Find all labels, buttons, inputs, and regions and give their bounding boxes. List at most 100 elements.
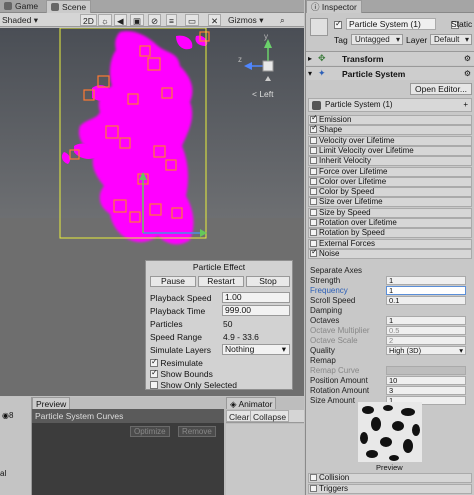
module-checkbox[interactable] xyxy=(310,136,317,144)
module-label: Color over Lifetime xyxy=(319,176,387,186)
octaves-field[interactable]: 1 xyxy=(386,316,466,325)
show-bounds-checkbox[interactable] xyxy=(150,368,158,378)
module-collision[interactable]: Collision xyxy=(308,473,472,483)
module-label: Rotation by Speed xyxy=(319,228,385,238)
module-label: Collision xyxy=(319,473,350,482)
info-icon: ⓘ xyxy=(311,2,322,12)
quality-dropdown[interactable]: High (3D) ▾ xyxy=(386,346,466,355)
stop-button[interactable]: Stop xyxy=(246,276,290,287)
tab-inspector[interactable]: ⓘ Inspector xyxy=(306,0,362,13)
camera-button[interactable]: ▭ xyxy=(185,14,200,26)
module-checkbox[interactable] xyxy=(310,167,317,175)
module-checkbox[interactable] xyxy=(310,157,317,165)
module-checkbox[interactable] xyxy=(310,485,317,492)
show-only-selected-checkbox[interactable] xyxy=(150,381,158,389)
module-checkbox[interactable] xyxy=(310,146,317,154)
module-velocity-over-lifetime[interactable]: Velocity over Lifetime xyxy=(308,135,472,146)
scene-orientation-gizmo[interactable] xyxy=(236,36,296,96)
effects-toggle[interactable]: ▣ xyxy=(130,14,145,26)
clear-button[interactable]: Clear xyxy=(226,410,253,422)
chevron-down-icon: ▾ xyxy=(281,344,286,354)
module-force-over-lifetime[interactable]: Force over Lifetime xyxy=(308,166,472,177)
lighting-toggle[interactable]: ☼ xyxy=(98,14,112,26)
resimulate-toggle[interactable]: Resimulate xyxy=(150,357,203,368)
module-inherit-velocity[interactable]: Inherit Velocity xyxy=(308,156,472,167)
show-only-selected-toggle[interactable]: Show Only Selected xyxy=(150,380,237,390)
module-checkbox[interactable] xyxy=(310,248,318,257)
remap-curve-field xyxy=(386,366,466,375)
module-color-over-lifetime[interactable]: Color over Lifetime xyxy=(308,176,472,187)
module-color-by-speed[interactable]: Color by Speed xyxy=(308,187,472,198)
layers-count[interactable]: ≡ xyxy=(166,14,177,26)
transform-component-header[interactable]: ▸ ✥ Transform ⚙ xyxy=(306,51,474,65)
particles-count: 50 xyxy=(223,319,233,329)
module-noise[interactable]: Noise xyxy=(308,248,472,259)
module-rotation-over-lifetime[interactable]: Rotation over Lifetime xyxy=(308,218,472,228)
tag-dropdown[interactable]: Untagged ▾ xyxy=(351,34,403,45)
left-panel-count: ◉8 xyxy=(2,411,14,420)
scene-icon xyxy=(51,3,59,11)
show-bounds-toggle[interactable]: Show Bounds xyxy=(150,368,213,379)
module-limit-velocity-over-lifetime[interactable]: Limit Velocity over Lifetime xyxy=(308,145,472,156)
speaker-icon: ◀ xyxy=(117,16,124,26)
remove-button[interactable]: Remove xyxy=(178,426,216,437)
gizmos-dropdown[interactable]: Gizmos ▾ xyxy=(226,14,265,26)
module-external-forces[interactable]: External Forces xyxy=(308,238,472,249)
open-editor-button[interactable]: Open Editor... xyxy=(410,83,472,95)
module-checkbox[interactable] xyxy=(310,177,317,185)
add-icon[interactable]: + xyxy=(463,99,468,111)
module-shape[interactable]: Shape xyxy=(308,124,472,136)
module-triggers[interactable]: Triggers xyxy=(308,484,472,494)
tab-preview[interactable]: Preview xyxy=(32,397,71,409)
module-checkbox[interactable] xyxy=(310,188,317,196)
rotation-amount-field[interactable]: 3 xyxy=(386,386,466,395)
playback-time-field[interactable]: 999.00 xyxy=(222,305,290,316)
object-name-field[interactable]: Particle System (1) xyxy=(346,18,436,30)
settings-icon[interactable]: ⚙ xyxy=(464,54,471,63)
module-checkbox[interactable] xyxy=(310,198,317,206)
scene-toolbar: Shaded ▾ 2D ☼ ◀ ▣ ⊘ ≡ ▭ ✕ Gizmos ▾ ⌕ xyxy=(0,13,304,27)
collapse-button[interactable]: Collapse xyxy=(250,410,290,422)
scene-search[interactable]: ⌕ xyxy=(278,14,302,26)
pause-button[interactable]: Pause xyxy=(150,276,196,287)
playback-speed-field[interactable]: 1.00 xyxy=(222,292,290,303)
camera-icon: ▭ xyxy=(188,16,197,26)
tab-scene[interactable]: Scene xyxy=(46,0,92,13)
module-checkbox[interactable] xyxy=(310,229,317,237)
module-checkbox[interactable] xyxy=(310,219,317,226)
audio-toggle[interactable]: ◀ xyxy=(114,14,127,26)
chevron-down-icon: ▾ xyxy=(395,35,400,44)
toggle-2d-button[interactable]: 2D xyxy=(80,14,97,26)
tab-game[interactable]: Game xyxy=(0,0,42,13)
search-icon: ⌕ xyxy=(280,15,285,25)
particle-system-component-header[interactable]: ▾ ✦ Particle System ⚙ xyxy=(306,66,474,80)
module-size-over-lifetime[interactable]: Size over Lifetime xyxy=(308,197,472,208)
position-amount-field[interactable]: 10 xyxy=(386,376,466,385)
restart-button[interactable]: Restart xyxy=(198,276,244,287)
module-checkbox[interactable] xyxy=(310,208,317,216)
module-checkbox[interactable] xyxy=(310,474,317,481)
chevron-right-icon: ▸ xyxy=(308,54,313,63)
frequency-field[interactable]: 1 xyxy=(386,286,466,295)
simulate-layers-dropdown[interactable]: Nothing ▾ xyxy=(222,344,290,355)
particle-system-header[interactable]: Particle System (1) + xyxy=(308,98,472,112)
module-checkbox[interactable] xyxy=(310,239,317,247)
object-active-checkbox[interactable] xyxy=(334,19,342,29)
chevron-down-icon: ▾ xyxy=(459,346,463,355)
module-rotation-by-speed[interactable]: Rotation by Speed xyxy=(308,228,472,239)
layer-dropdown[interactable]: Default ▾ xyxy=(430,34,472,45)
module-checkbox[interactable] xyxy=(310,124,318,134)
module-size-by-speed[interactable]: Size by Speed xyxy=(308,207,472,218)
tools-button[interactable]: ✕ xyxy=(208,14,222,26)
optimize-button[interactable]: Optimize xyxy=(130,426,170,437)
resimulate-checkbox[interactable] xyxy=(150,357,158,367)
module-checkbox[interactable] xyxy=(310,114,318,123)
shading-dropdown[interactable]: Shaded ▾ xyxy=(0,14,52,26)
module-emission[interactable]: Emission xyxy=(308,114,472,125)
settings-icon[interactable]: ⚙ xyxy=(464,69,471,78)
layer-label: Layer xyxy=(406,35,428,45)
scroll-speed-field[interactable]: 0.1 xyxy=(386,296,466,305)
tab-animator[interactable]: ◈ Animator xyxy=(226,397,277,409)
scene-visibility-toggle[interactable]: ⊘ xyxy=(148,14,162,26)
strength-field[interactable]: 1 xyxy=(386,276,466,285)
